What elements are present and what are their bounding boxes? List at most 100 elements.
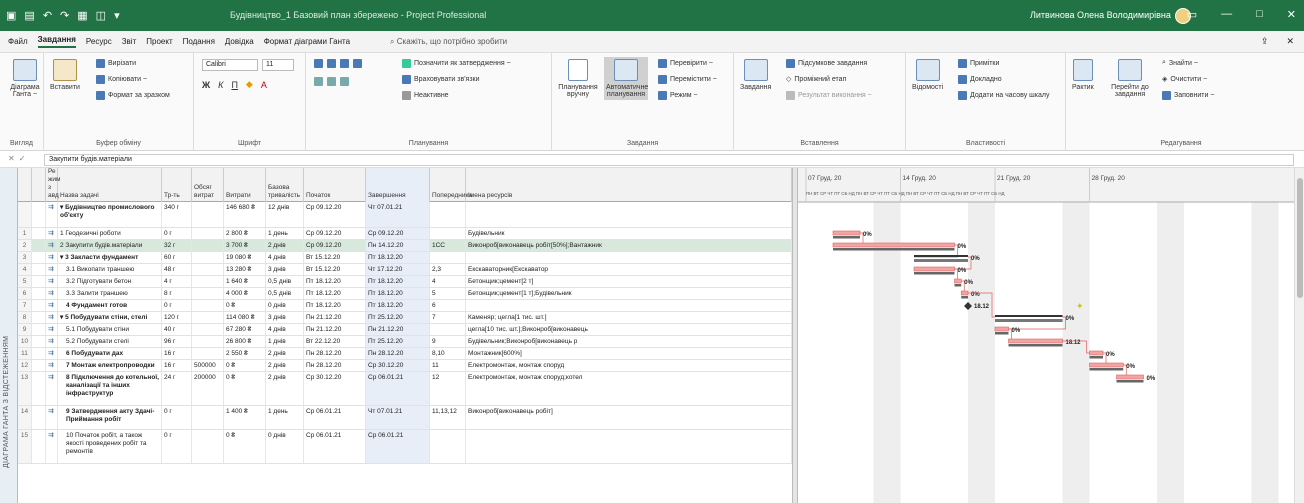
- auto-schedule-icon[interactable]: ⇉: [46, 276, 58, 287]
- duration-cell[interactable]: 340 г: [162, 202, 192, 227]
- duration-cell[interactable]: 0 г: [162, 300, 192, 311]
- save-icon[interactable]: ▤: [24, 9, 34, 22]
- notes-button[interactable]: Примітки: [958, 59, 999, 68]
- cost-cell[interactable]: 19 080 ₴: [224, 252, 266, 263]
- column-header[interactable]: Обсяг витрат: [192, 168, 224, 202]
- progress-0-icon[interactable]: [314, 77, 323, 86]
- auto-schedule-icon[interactable]: ⇉: [46, 372, 58, 405]
- finish-cell[interactable]: Пн 14.12.20: [366, 240, 430, 251]
- tab-report[interactable]: Звіт: [122, 37, 137, 46]
- find-button[interactable]: ⌕ Знайти ~: [1162, 59, 1198, 67]
- finish-cell[interactable]: Ср 06.01.21: [366, 372, 430, 405]
- baseline-duration-cell[interactable]: 2 днів: [266, 240, 304, 251]
- tab-view[interactable]: Подання: [183, 37, 215, 46]
- font-size-select[interactable]: 11: [262, 59, 294, 71]
- finish-cell[interactable]: Ср 30.12.20: [366, 360, 430, 371]
- start-cell[interactable]: Пн 28.12.20: [304, 360, 366, 371]
- finish-cell[interactable]: Пн 28.12.20: [366, 348, 430, 359]
- column-header[interactable]: Витрати: [224, 168, 266, 202]
- cost-cell[interactable]: 114 080 ₴: [224, 312, 266, 323]
- table-row[interactable]: 8 ⇉ ▾ 5 Побудувати стіни, стелі 120 г 114 08…: [18, 312, 792, 324]
- cost-cell[interactable]: 0 ₴: [224, 300, 266, 311]
- duration-cell[interactable]: 48 г: [162, 264, 192, 275]
- paste-button[interactable]: Вставити: [50, 59, 80, 91]
- table-row[interactable]: 2 ⇉ 2 Закупити будів.матеріали 32 г 3 700 ₴ 2…: [18, 240, 792, 252]
- dropdown-icon[interactable]: ▾: [114, 9, 120, 22]
- duration-cell[interactable]: 24 г: [162, 372, 192, 405]
- predecessors-cell[interactable]: 7: [430, 312, 466, 323]
- move-button[interactable]: Перемістити ~: [658, 75, 717, 84]
- work-cell[interactable]: [192, 406, 224, 429]
- cost-cell[interactable]: 4 000 ₴: [224, 288, 266, 299]
- resource-names-cell[interactable]: [466, 300, 792, 311]
- start-cell[interactable]: Пн 21.12.20: [304, 324, 366, 335]
- auto-schedule-icon[interactable]: ⇉: [46, 264, 58, 275]
- task-name-cell[interactable]: 2 Закупити будів.матеріали: [58, 240, 162, 251]
- work-cell[interactable]: 500000: [192, 360, 224, 371]
- finish-cell[interactable]: Чт 07.01.21: [366, 202, 430, 227]
- work-cell[interactable]: [192, 228, 224, 239]
- maximize-icon[interactable]: □: [1256, 8, 1263, 21]
- column-header[interactable]: Ре жим з авд: [46, 168, 60, 202]
- start-cell[interactable]: Пн 21.12.20: [304, 312, 366, 323]
- manual-schedule-button[interactable]: Планування вручну: [558, 59, 598, 98]
- auto-schedule-icon[interactable]: ⇉: [46, 336, 58, 347]
- tab-resource[interactable]: Ресурс: [86, 37, 112, 46]
- baseline-duration-cell[interactable]: 3 днів: [266, 264, 304, 275]
- auto-schedule-icon[interactable]: ⇉: [46, 202, 58, 227]
- column-header[interactable]: Початок: [304, 168, 366, 202]
- start-cell[interactable]: Пт 18.12.20: [304, 276, 366, 287]
- font-color-icon[interactable]: A: [261, 80, 267, 90]
- underline-button[interactable]: П: [231, 80, 237, 90]
- table-row[interactable]: 12 ⇉ 7 Монтаж електропроводки 16 г 500000 0 ₴…: [18, 360, 792, 372]
- cost-cell[interactable]: 0 ₴: [224, 372, 266, 405]
- start-cell[interactable]: Ср 09.12.20: [304, 228, 366, 239]
- duration-cell[interactable]: 96 г: [162, 336, 192, 347]
- view-icon[interactable]: ▦: [77, 9, 87, 22]
- table-row[interactable]: 3 ⇉ ▾ 3 Закласти фундамент 60 г 19 080 ₴ 4 дн…: [18, 252, 792, 264]
- start-cell[interactable]: Ср 06.01.21: [304, 406, 366, 429]
- resource-names-cell[interactable]: [466, 202, 792, 227]
- duration-cell[interactable]: 60 г: [162, 252, 192, 263]
- finish-cell[interactable]: Пт 18.12.20: [366, 276, 430, 287]
- task-name-cell[interactable]: 5.2 Побудувати стелі: [58, 336, 162, 347]
- table-row[interactable]: 6 ⇉ 3.3 Залити траншею 8 г4 000 ₴ 0,5 днів Пт…: [18, 288, 792, 300]
- start-cell[interactable]: Ср 09.12.20: [304, 240, 366, 251]
- baseline-duration-cell[interactable]: 2 днів: [266, 348, 304, 359]
- column-header[interactable]: Базова тривалість: [266, 168, 304, 202]
- respect-links-button[interactable]: Враховувати зв'язки: [402, 75, 480, 84]
- scroll-button[interactable]: Рактик: [1072, 59, 1094, 91]
- task-name-cell[interactable]: 7 Монтаж електропроводки: [58, 360, 162, 371]
- column-header[interactable]: Назва задачі: [58, 168, 162, 202]
- work-cell[interactable]: [192, 252, 224, 263]
- view-sidebar[interactable]: ДІАГРАМА ГАНТА З ВІДСТЕЖЕННЯМ: [0, 168, 18, 503]
- duration-cell[interactable]: 4 г: [162, 276, 192, 287]
- ribbon-display-icon[interactable]: ▭: [1187, 8, 1197, 21]
- table-row[interactable]: 4 ⇉ 3.1 Викопати траншею 48 г 13 280 ₴ 3 днів…: [18, 264, 792, 276]
- baseline-duration-cell[interactable]: 1 днів: [266, 336, 304, 347]
- predecessors-cell[interactable]: 11,13,12: [430, 406, 466, 429]
- auto-schedule-icon[interactable]: ⇉: [46, 288, 58, 299]
- task-name-cell[interactable]: 4 Фундамент готов: [58, 300, 162, 311]
- start-cell[interactable]: Вт 22.12.20: [304, 336, 366, 347]
- column-header[interactable]: Попередники: [430, 168, 472, 202]
- duration-cell[interactable]: 32 г: [162, 240, 192, 251]
- baseline-duration-cell[interactable]: 1 день: [266, 228, 304, 239]
- predecessors-cell[interactable]: [430, 252, 466, 263]
- fill-button[interactable]: Заповнити ~: [1162, 91, 1214, 100]
- baseline-duration-cell[interactable]: 1 день: [266, 406, 304, 429]
- column-header[interactable]: Завершення: [366, 168, 430, 202]
- task-name-cell[interactable]: 1 Геодезичні роботи: [58, 228, 162, 239]
- italic-button[interactable]: К: [218, 80, 223, 90]
- auto-schedule-icon[interactable]: ⇉: [46, 348, 58, 359]
- mark-on-track-button[interactable]: Позначити як затвердження ~: [402, 59, 511, 68]
- duration-cell[interactable]: 8 г: [162, 288, 192, 299]
- progress-25-icon[interactable]: [327, 77, 336, 86]
- column-header[interactable]: [32, 168, 46, 202]
- mode-button[interactable]: Режим ~: [658, 91, 698, 100]
- cost-cell[interactable]: 146 680 ₴: [224, 202, 266, 227]
- duration-cell[interactable]: 0 г: [162, 430, 192, 463]
- predecessors-cell[interactable]: 8,10: [430, 348, 466, 359]
- work-cell[interactable]: [192, 430, 224, 463]
- progress-50-icon[interactable]: [340, 77, 349, 86]
